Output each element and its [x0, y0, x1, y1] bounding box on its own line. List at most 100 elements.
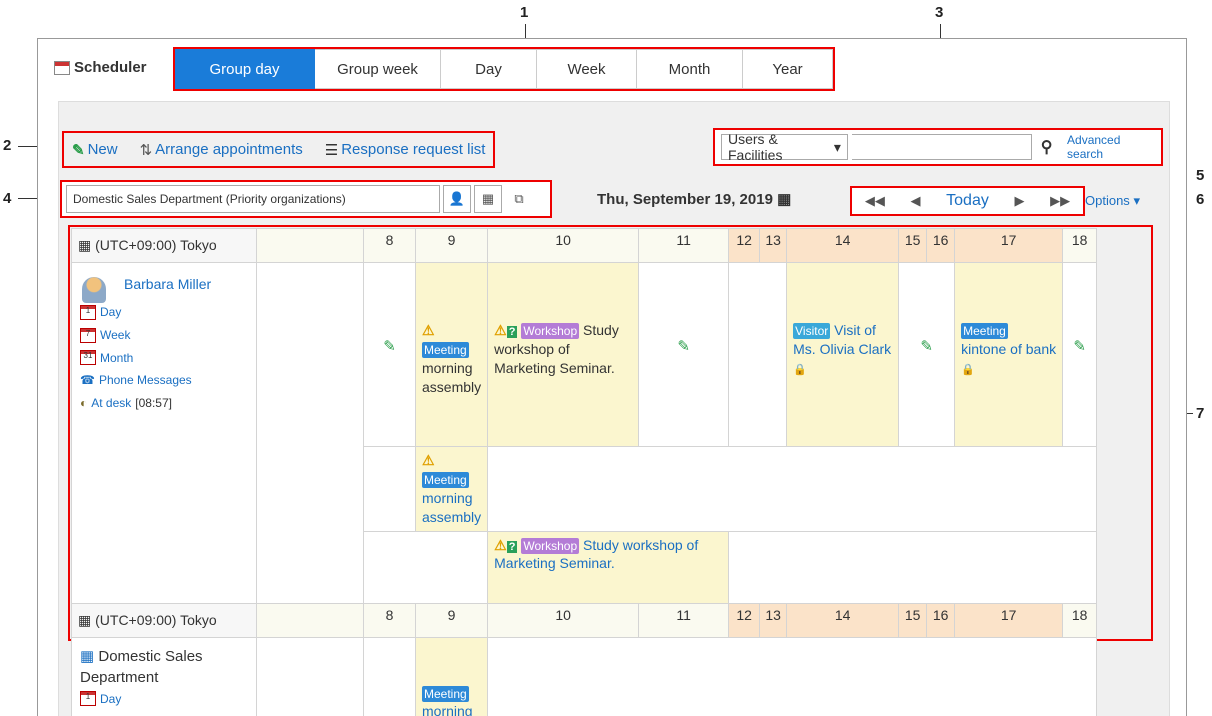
tab-year[interactable]: Year	[743, 49, 833, 89]
facility-event-workshop[interactable]: ⚠? Workshop Study workshop of Marketing …	[487, 530, 730, 604]
user-day-link[interactable]: 1 Day	[80, 301, 248, 324]
org-schedule-row: ▦ Domestic Sales Department 1 Day Meeting…	[71, 636, 1098, 716]
org-day-link[interactable]: 1 Day	[80, 688, 248, 711]
hour-13: 13	[759, 602, 788, 638]
search-scope-select[interactable]: Users & Facilities ▾	[721, 131, 848, 163]
event-title: morning assembly	[422, 359, 482, 395]
timezone-label: ▦ (UTC+09:00) Tokyo	[71, 228, 257, 263]
event-meeting-morning[interactable]: ⚠ Meeting morning assembly	[414, 262, 489, 447]
org-event-meeting[interactable]: Meeting morning	[414, 636, 489, 716]
prev-day-icon[interactable]: ◀	[910, 193, 920, 209]
empty-slot[interactable]	[487, 636, 1098, 716]
avatar	[82, 277, 106, 303]
facility-select-icon[interactable]: ▦	[474, 185, 502, 213]
hour-10: 10	[487, 228, 640, 263]
tab-month[interactable]: Month	[637, 49, 743, 89]
presence-icon: ◐	[80, 396, 88, 411]
search-input[interactable]	[851, 134, 1033, 160]
event-kintone[interactable]: Meeting kintone of bank 🔒	[954, 262, 1064, 447]
hour-11: 11	[638, 602, 730, 638]
list-icon: ☰	[324, 141, 339, 159]
arrange-appointments-link[interactable]: ⇅ Arrange appointments	[140, 141, 303, 159]
add-appointment-icon[interactable]: ✎	[639, 337, 728, 355]
callout-4: 4	[3, 190, 12, 207]
hour-spacer	[256, 228, 364, 263]
empty-slot-18[interactable]: ✎	[1062, 262, 1098, 447]
organization-dropdown[interactable]: Domestic Sales Department (Priority orga…	[66, 185, 440, 213]
chevron-down-icon: ▾	[1133, 193, 1140, 208]
hour-8: 8	[363, 228, 416, 263]
org-icon: ▦	[80, 647, 95, 665]
event-visitor[interactable]: Visitor Visit of Ms. Olivia Clark 🔒	[786, 262, 900, 447]
warning-icon: ⚠	[422, 322, 435, 338]
advanced-search-link[interactable]: Advanced search	[1067, 133, 1155, 161]
question-icon: ?	[506, 540, 518, 553]
event-title: morning assembly	[422, 489, 482, 525]
tab-group-day[interactable]: Group day	[175, 49, 315, 89]
day-calendar-icon: 1	[80, 691, 96, 707]
user-select-icon[interactable]: 👤	[443, 185, 471, 213]
user-month-label: Month	[100, 350, 134, 365]
search-scope-label: Users & Facilities	[728, 131, 783, 163]
date-picker-icon[interactable]: ▦	[777, 191, 791, 208]
org-name-link[interactable]: ▦ Domestic Sales Department	[80, 646, 248, 688]
empty-slot	[362, 530, 489, 604]
empty-slot-12[interactable]	[728, 262, 788, 447]
user-month-link[interactable]: 31 Month	[80, 347, 248, 370]
add-appointment-icon[interactable]: ✎	[364, 337, 415, 355]
presence-status[interactable]: ◐ At desk [08:57]	[80, 392, 248, 415]
day-calendar-icon: 1	[80, 304, 96, 320]
organization-selector: Domestic Sales Department (Priority orga…	[60, 180, 552, 218]
arrange-icon: ⇅	[139, 141, 153, 159]
hour-16: 16	[926, 228, 956, 263]
tab-group-week[interactable]: Group week	[315, 49, 441, 89]
user-schedule-row: Barbara Miller 1 Day 7 Week 31 Month ☎ Phone…	[71, 262, 1098, 604]
clock-icon: ▦	[78, 611, 96, 628]
add-appointment-icon[interactable]: ✎	[899, 337, 954, 355]
search-icon[interactable]: ⚲	[1036, 137, 1057, 157]
app-title: Scheduler	[54, 59, 147, 76]
user-name-link[interactable]: Barbara Miller	[124, 276, 211, 292]
response-label: Response request list	[341, 141, 486, 158]
timezone-text: (UTC+09:00) Tokyo	[95, 611, 217, 628]
action-links: ✎ New ⇅ Arrange appointments ☰ Response …	[62, 131, 496, 168]
copy-icon[interactable]: ⧉	[505, 185, 533, 213]
user-week-link[interactable]: 7 Week	[80, 324, 248, 347]
tab-week[interactable]: Week	[537, 49, 637, 89]
next-day-icon[interactable]: ▶	[1015, 193, 1025, 209]
week-calendar-icon: 7	[80, 327, 96, 343]
empty-slot-11[interactable]: ✎	[638, 262, 730, 447]
empty-slot-15[interactable]: ✎	[898, 262, 956, 447]
new-label: New	[87, 141, 118, 158]
new-button[interactable]: ✎ New	[72, 141, 118, 159]
hour-17: 17	[954, 602, 1064, 638]
hour-14: 14	[786, 228, 900, 263]
spacer-cell	[256, 262, 364, 604]
top-toolbar: Scheduler Group day Group week Day Week …	[38, 39, 1186, 101]
hour-10: 10	[487, 602, 640, 638]
event-title: kintone of bank	[961, 340, 1057, 357]
phone-messages-link[interactable]: ☎ Phone Messages	[80, 369, 248, 392]
org-hour-header-row: ▦ (UTC+09:00) Tokyo 8 9 10 11 12 13 14 1…	[71, 602, 1098, 638]
today-button[interactable]: Today	[946, 192, 989, 210]
empty-slot	[363, 446, 416, 532]
user-day-label: Day	[100, 305, 122, 319]
lock-icon: 🔒	[961, 363, 975, 376]
prev-week-icon[interactable]: ◀◀	[865, 193, 885, 209]
hour-16: 16	[926, 602, 956, 638]
presence-label: At desk	[91, 396, 132, 411]
response-request-list-link[interactable]: ☰ Response request list	[325, 141, 486, 159]
empty-slot-8[interactable]: ✎	[363, 262, 416, 447]
empty-slot	[728, 530, 1098, 604]
tab-day[interactable]: Day	[441, 49, 537, 89]
facility-event-meeting[interactable]: ⚠ Meeting morning assembly	[414, 446, 489, 532]
empty-slot[interactable]	[363, 636, 416, 716]
add-appointment-icon[interactable]: ✎	[1063, 337, 1096, 355]
next-week-icon[interactable]: ▶▶	[1050, 193, 1070, 209]
current-date: Thu, September 19, 2019 ▦	[597, 190, 791, 208]
options-menu[interactable]: Options ▾	[1085, 193, 1140, 209]
event-tag: Workshop	[521, 537, 580, 554]
event-workshop[interactable]: ⚠? Workshop Study workshop of Marketing …	[487, 262, 640, 447]
new-icon: ✎	[72, 141, 85, 159]
event-tag: Meeting	[422, 471, 469, 489]
